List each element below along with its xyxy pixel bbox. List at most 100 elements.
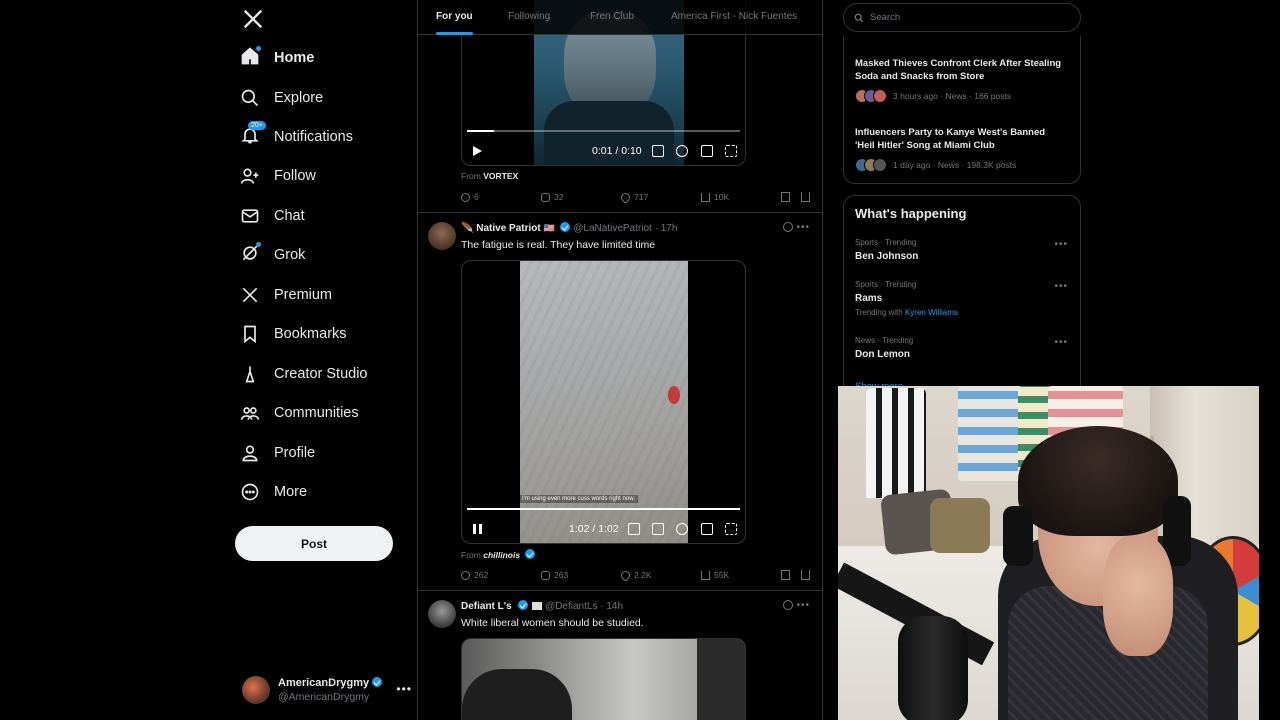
post1-video-controls: 0:01 / 0:10	[462, 139, 745, 163]
nav-creator-studio[interactable]: Creator Studio	[240, 359, 368, 389]
nav-more[interactable]: More	[240, 477, 307, 507]
post1-views: 10K	[714, 192, 730, 202]
post2-handle[interactable]: @LaNativePatriot	[573, 223, 652, 234]
post3-more-icon[interactable]: •••	[796, 600, 810, 611]
nav-communities[interactable]: Communities	[240, 398, 359, 428]
post3-avatar[interactable]	[428, 600, 456, 628]
news-item-title[interactable]: Masked Thieves Confront Clerk After Stea…	[855, 57, 1065, 83]
play-icon[interactable]	[472, 145, 483, 157]
trend-context: Trending with Kyren Williams	[855, 308, 958, 317]
search-icon	[854, 13, 864, 22]
bookmark-icon[interactable]	[781, 570, 790, 580]
post3-media[interactable]	[461, 638, 746, 720]
nav-premium[interactable]: Premium	[240, 280, 332, 310]
trend-more-icon[interactable]: •••	[1054, 281, 1068, 292]
post1-from-name[interactable]: VORTEX	[483, 171, 518, 181]
post3-author-name[interactable]: Defiant L's	[461, 601, 512, 612]
post2-reposts: 263	[554, 570, 569, 580]
post2-from-name[interactable]: chillinois	[483, 550, 520, 560]
account-more-icon[interactable]: •••	[396, 682, 412, 696]
reply-button[interactable]: 6	[461, 192, 479, 202]
post2-video[interactable]: I'm using even more cuss words right now…	[461, 260, 746, 544]
settings-icon[interactable]	[676, 145, 688, 157]
post-button[interactable]: Post	[235, 526, 393, 561]
fullscreen-icon[interactable]	[725, 145, 737, 157]
timeline: For you Following Fren Club America Firs…	[417, 0, 823, 720]
nav-explore[interactable]: Explore	[240, 83, 323, 113]
x-logo-icon[interactable]	[242, 8, 264, 30]
grok-analyze-icon[interactable]	[783, 222, 793, 232]
bell-icon: 20+	[240, 121, 266, 149]
views-button[interactable]: 10K	[701, 192, 729, 202]
nav-bookmarks[interactable]: Bookmarks	[240, 319, 347, 349]
post2-more-icon[interactable]: •••	[796, 222, 810, 233]
nav-explore-label: Explore	[274, 90, 324, 106]
fullscreen-icon[interactable]	[725, 523, 737, 535]
more-icon	[241, 483, 259, 501]
post2-video-controls: 1:02 / 1:02	[462, 517, 745, 541]
reply-button[interactable]: 262	[461, 570, 488, 580]
like-button[interactable]: 2.2K	[619, 568, 652, 582]
whats-happening-title: What's happening	[855, 206, 967, 221]
search-input[interactable]	[870, 12, 1050, 23]
post1-likes: 717	[634, 192, 649, 202]
like-button[interactable]: 717	[619, 190, 649, 204]
news-item-title[interactable]: Influencers Party to Kanye West's Banned…	[855, 126, 1065, 152]
repost-button[interactable]: 32	[541, 192, 563, 202]
volume-icon[interactable]	[652, 145, 664, 157]
nav-home-label: Home	[274, 50, 315, 66]
nav-home[interactable]: Home	[240, 43, 314, 73]
views-button[interactable]: 55K	[701, 570, 729, 580]
bookmark-icon[interactable]	[781, 192, 790, 202]
repost-button[interactable]: 263	[541, 570, 568, 580]
tab-america-first[interactable]: America First - Nick Fuentes	[671, 0, 797, 35]
post1-progress-bar[interactable]	[467, 130, 740, 132]
settings-icon[interactable]	[676, 523, 688, 535]
post1-actions: 6 32 717 10K	[461, 190, 811, 206]
share-icon[interactable]	[801, 570, 810, 580]
nav-profile[interactable]: Profile	[240, 438, 315, 468]
trend-name[interactable]: Ben Johnson	[855, 251, 918, 262]
post1-replies: 6	[474, 192, 479, 202]
nav-notifications[interactable]: 20+ Notifications	[240, 121, 353, 152]
trend-name[interactable]: Rams	[855, 293, 882, 304]
dock-icon[interactable]	[701, 523, 713, 535]
grok-analyze-icon[interactable]	[783, 600, 793, 610]
search-box[interactable]	[843, 3, 1081, 32]
tab-for-you[interactable]: For you	[436, 0, 473, 35]
verified-badge-icon	[525, 549, 536, 559]
verified-badge-icon	[517, 600, 528, 610]
account-switcher[interactable]: AmericanDrygmy @AmericanDrygmy •••	[242, 676, 412, 706]
post2-author-name[interactable]: Native Patriot	[476, 223, 540, 234]
dock-icon[interactable]	[701, 145, 713, 157]
share-icon[interactable]	[801, 192, 810, 202]
post2-age[interactable]: 17h	[661, 223, 678, 234]
news-avatars	[855, 89, 889, 103]
nav-communities-label: Communities	[274, 405, 359, 421]
captions-icon[interactable]	[628, 523, 640, 535]
tab-following[interactable]: Following	[508, 0, 550, 35]
post2-text: The fatigue is real. They have limited t…	[461, 239, 656, 251]
post2-from-label: From	[461, 550, 481, 560]
nav-bookmarks-label: Bookmarks	[274, 326, 347, 342]
whats-happening-card: What's happening Sports · Trending Ben J…	[843, 195, 1081, 405]
trend-with-label: Trending with	[855, 308, 903, 317]
post3-handle[interactable]: @DefiantLs	[545, 601, 597, 612]
tab-fren-club[interactable]: Fren Club	[590, 0, 634, 35]
nav-chat[interactable]: Chat	[240, 201, 305, 231]
trend-name[interactable]: Don Lemon	[855, 349, 910, 360]
volume-icon[interactable]	[652, 523, 664, 535]
pause-icon[interactable]	[472, 523, 483, 535]
post3-age[interactable]: 14h	[606, 601, 623, 612]
post2-avatar[interactable]	[428, 222, 456, 250]
trend-with-link[interactable]: Kyren Williams	[905, 308, 958, 317]
search-icon	[241, 89, 259, 107]
trend-more-icon[interactable]: •••	[1054, 239, 1068, 250]
post2-progress-bar[interactable]	[467, 508, 740, 510]
nav-grok[interactable]: Grok	[240, 240, 305, 270]
account-name: AmericanDrygmy	[278, 677, 370, 689]
trend-more-icon[interactable]: •••	[1054, 337, 1068, 348]
nav-creator-studio-label: Creator Studio	[274, 366, 368, 382]
nav-follow[interactable]: Follow	[240, 161, 316, 191]
nav-follow-label: Follow	[274, 168, 316, 184]
